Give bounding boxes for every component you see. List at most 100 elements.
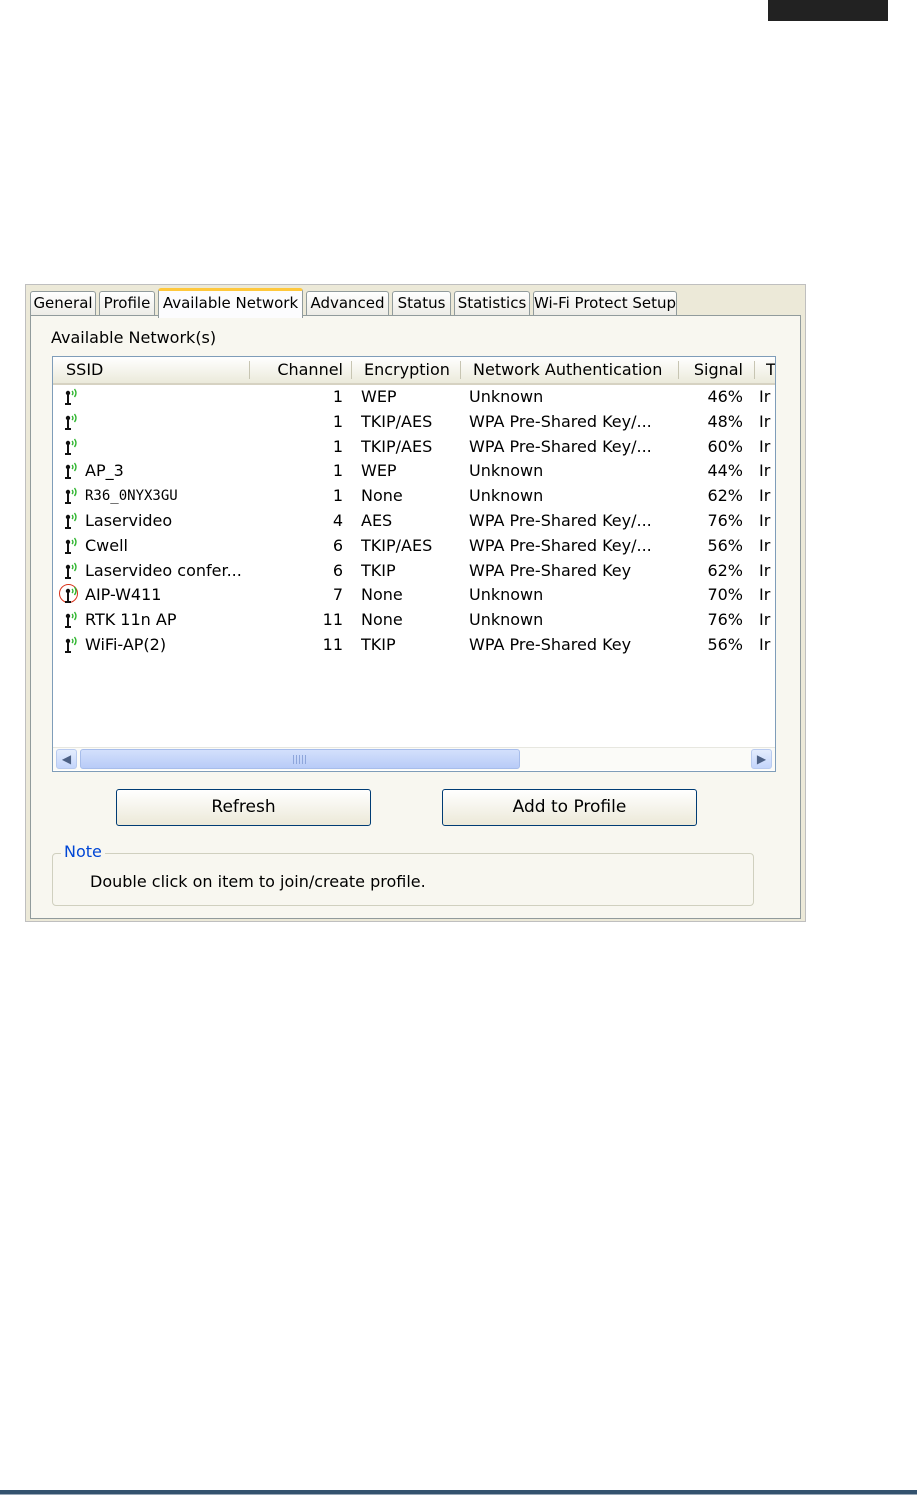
channel-cell: 1 [332,461,343,481]
section-title: Available Network(s) [51,328,217,347]
channel-cell: 1 [332,411,343,431]
column-header-channel[interactable]: Channel [251,357,343,383]
type-cell: Ir [759,387,771,406]
ssid-cell: R36_0NYX3GU [85,488,178,505]
tab-statistics[interactable]: Statistics [454,291,530,316]
authentication-cell: Unknown [469,610,544,630]
wireless-signal-icon [63,413,83,431]
wireless-utility-dialog: General Profile Available Network Advanc… [25,284,806,922]
wireless-signal-icon [63,462,83,480]
encryption-cell: TKIP/AES [361,535,433,555]
tab-profile[interactable]: Profile [99,291,155,316]
add-to-profile-button[interactable]: Add to Profile [442,789,697,826]
authentication-cell: Unknown [469,585,544,605]
column-header-network-authentication[interactable]: Network Authentication [473,357,673,383]
authentication-cell: Unknown [469,486,544,506]
column-header-encryption[interactable]: Encryption [364,357,454,383]
arrow-left-icon[interactable]: ◀ [56,749,77,769]
horizontal-scrollbar[interactable]: ◀ ▶ [53,747,775,770]
signal-cell: 44% [707,461,743,481]
ssid-cell: Laservideo [85,510,173,530]
wireless-signal-icon [63,388,83,406]
wireless-signal-icon [63,636,83,654]
network-row[interactable]: Cwell 6 TKIP/AES WPA Pre-Shared Key/... 56% I… [53,534,775,559]
column-header-signal[interactable]: Signal [681,357,743,383]
arrow-right-icon[interactable]: ▶ [751,749,772,769]
type-cell: Ir [759,486,771,506]
network-row[interactable]: RTK 11n AP 11 None Unknown 76% Ir [53,608,775,633]
type-cell: Ir [759,461,771,481]
signal-cell: 62% [707,486,743,506]
type-cell: Ir [759,610,771,630]
wireless-signal-icon [63,586,83,604]
network-row[interactable]: 1 TKIP/AES WPA Pre-Shared Key/... 48% Ir [53,410,775,435]
network-list[interactable]: SSID Channel Encryption Network Authenti… [52,356,776,772]
wireless-signal-icon [63,611,83,629]
type-cell: Ir [759,535,771,555]
channel-cell: 7 [332,585,343,605]
signal-cell: 48% [707,411,743,431]
ssid-cell: RTK 11n AP [85,610,177,630]
ssid-cell: Cwell [85,535,128,555]
network-row[interactable]: AIP-W411 7 None Unknown 70% Ir [53,583,775,608]
signal-cell: 56% [707,535,743,555]
ssid-cell: WiFi-AP(2) [85,634,167,654]
ssid-cell: AP_3 [85,461,124,481]
authentication-cell: WPA Pre-Shared Key/... [469,535,652,555]
signal-cell: 62% [707,560,743,580]
encryption-cell: WEP [361,461,397,481]
encryption-cell: None [361,610,403,630]
encryption-cell: TKIP [361,634,396,654]
type-cell: Ir [759,560,771,580]
tab-available-network[interactable]: Available Network [158,288,303,318]
channel-cell: 6 [332,560,343,580]
wireless-signal-icon [63,537,83,555]
channel-cell: 4 [332,510,343,530]
channel-cell: 11 [322,610,343,630]
authentication-cell: WPA Pre-Shared Key [469,560,632,580]
channel-cell: 1 [332,387,343,406]
network-row[interactable]: 1 WEP Unknown 46% Ir [53,385,775,410]
column-header-ssid[interactable]: SSID [66,357,246,383]
type-cell: Ir [759,436,771,456]
wireless-signal-icon [63,438,83,456]
tab-wifi-protect-setup[interactable]: Wi-Fi Protect Setup [533,291,677,316]
column-header-type[interactable]: T [766,357,775,383]
corner-bar [768,0,888,21]
network-rows: 1 WEP Unknown 46% Ir 1 TKIP/AES WPA Pre-Shared … [53,385,775,658]
signal-cell: 60% [707,436,743,456]
authentication-cell: Unknown [469,387,544,406]
refresh-button[interactable]: Refresh [116,789,371,826]
scrollbar-thumb[interactable] [80,749,520,769]
type-cell: Ir [759,510,771,530]
tab-advanced[interactable]: Advanced [306,291,389,316]
tab-general[interactable]: General [30,291,96,316]
type-cell: Ir [759,634,771,654]
ssid-cell [85,410,247,435]
tab-status[interactable]: Status [392,291,451,316]
ssid-cell [85,385,247,410]
signal-cell: 56% [707,634,743,654]
network-row[interactable]: WiFi-AP(2) 11 TKIP WPA Pre-Shared Key 56% Ir [53,633,775,658]
wireless-signal-icon [63,487,83,505]
encryption-cell: TKIP [361,560,396,580]
authentication-cell: WPA Pre-Shared Key/... [469,510,652,530]
ssid-cell [85,435,247,460]
signal-cell: 46% [707,387,743,406]
network-row[interactable]: AP_3 1 WEP Unknown 44% Ir [53,459,775,484]
type-cell: Ir [759,411,771,431]
signal-cell: 76% [707,610,743,630]
channel-cell: 11 [322,634,343,654]
encryption-cell: TKIP/AES [361,436,433,456]
network-row[interactable]: R36_0NYX3GU 1 None Unknown 62% Ir [53,484,775,509]
note-text: Double click on item to join/create prof… [90,872,426,891]
authentication-cell: WPA Pre-Shared Key [469,634,632,654]
channel-cell: 6 [332,535,343,555]
footer-rule-thin [0,1494,917,1495]
note-legend: Note [61,842,105,861]
network-row[interactable]: Laservideo 4 AES WPA Pre-Shared Key/... 76% I… [53,509,775,534]
encryption-cell: None [361,486,403,506]
network-row[interactable]: Laservideo confer... 6 TKIP WPA Pre-Shared … [53,559,775,584]
network-row[interactable]: 1 TKIP/AES WPA Pre-Shared Key/... 60% Ir [53,435,775,460]
ssid-cell: AIP-W411 [85,585,162,605]
